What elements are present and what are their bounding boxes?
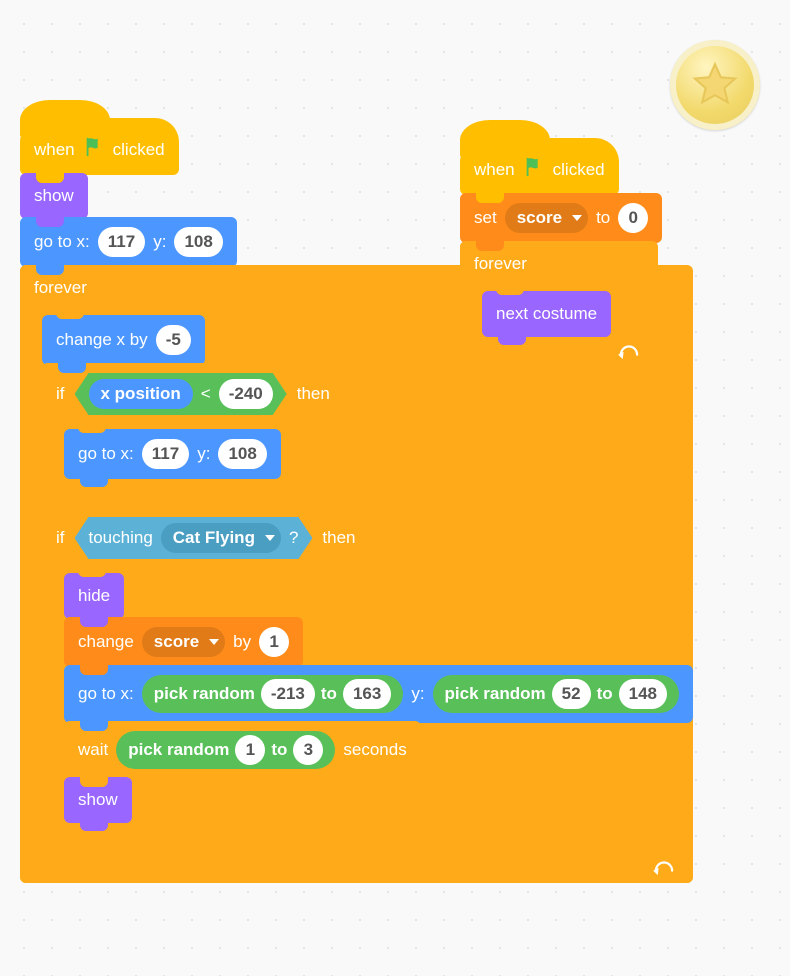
to-label: to — [321, 684, 337, 704]
lt-operator[interactable]: x position < -240 — [75, 373, 287, 415]
then-label: then — [297, 384, 330, 404]
loop-arrow-icon — [618, 342, 640, 365]
set-value-input[interactable]: 0 — [618, 203, 648, 233]
if-label: if — [56, 384, 65, 404]
goto-y-input[interactable]: 108 — [218, 439, 266, 469]
hat-clicked-label: clicked — [113, 140, 165, 160]
change-label: change — [78, 632, 134, 652]
when-flag-clicked-block[interactable]: when clicked — [20, 118, 179, 175]
pick-random-a[interactable]: -213 — [261, 679, 315, 709]
pick-random-y[interactable]: pick random 52 to 148 — [433, 675, 679, 713]
forever-label: forever — [34, 278, 87, 298]
forever-block[interactable]: forever next costume — [460, 241, 658, 367]
hide-label: hide — [78, 586, 110, 606]
hat-when-label: when — [34, 140, 75, 160]
pick-random-wait[interactable]: pick random 1 to 3 — [116, 731, 335, 769]
wait-block[interactable]: wait pick random 1 to 3 seconds — [64, 721, 421, 779]
pick-random-b[interactable]: 3 — [293, 735, 323, 765]
touching-predicate[interactable]: touching Cat Flying ? — [75, 517, 313, 559]
change-value-input[interactable]: 1 — [259, 627, 289, 657]
hide-block[interactable]: hide — [64, 573, 124, 619]
forever-label: forever — [474, 254, 527, 274]
goto-x-label: go to x: — [78, 684, 134, 704]
to-label: to — [596, 208, 610, 228]
pick-random-b[interactable]: 148 — [619, 679, 667, 709]
hat-when-label: when — [474, 160, 515, 180]
lt-symbol: < — [201, 384, 211, 404]
variable-dropdown[interactable]: score — [505, 203, 588, 233]
goto-y-label: y: — [197, 444, 210, 464]
goto-y-label: y: — [411, 684, 424, 704]
star-icon — [690, 60, 740, 110]
lt-rhs-input[interactable]: -240 — [219, 379, 273, 409]
set-label: set — [474, 208, 497, 228]
if-xpos-block[interactable]: if x position < -240 then go to x: 117 y… — [42, 363, 344, 509]
pick-random-x[interactable]: pick random -213 to 163 — [142, 675, 404, 713]
show-label: show — [78, 790, 118, 810]
script-stack-2[interactable]: when clicked set score to 0 forever next… — [460, 140, 720, 367]
next-costume-block[interactable]: next costume — [482, 291, 611, 337]
goto-x-label: go to x: — [78, 444, 134, 464]
pick-random-b[interactable]: 163 — [343, 679, 391, 709]
change-x-input[interactable]: -5 — [156, 325, 191, 355]
touching-target-dropdown[interactable]: Cat Flying — [161, 523, 281, 553]
to-label: to — [271, 740, 287, 760]
pick-random-label: pick random — [154, 684, 255, 704]
touching-q: ? — [289, 528, 298, 548]
green-flag-icon — [83, 136, 105, 163]
achievement-badge — [670, 40, 760, 130]
goto-x-input[interactable]: 117 — [142, 439, 189, 469]
goto-x-input[interactable]: 117 — [98, 227, 145, 257]
to-label: to — [597, 684, 613, 704]
if-touching-block[interactable]: if touching Cat Flying ? then hide chang… — [42, 507, 693, 853]
by-label: by — [233, 632, 251, 652]
goto-y-input[interactable]: 108 — [174, 227, 222, 257]
variable-dropdown[interactable]: score — [142, 627, 225, 657]
hat-clicked-label: clicked — [553, 160, 605, 180]
next-costume-label: next costume — [496, 304, 597, 324]
goto-y-label: y: — [153, 232, 166, 252]
green-flag-icon — [523, 156, 545, 183]
wait-label: wait — [78, 740, 108, 760]
x-position-reporter[interactable]: x position — [89, 379, 193, 409]
goto-x-label: go to x: — [34, 232, 90, 252]
pick-random-a[interactable]: 52 — [552, 679, 591, 709]
goto-xy-block-inner[interactable]: go to x: 117 y: 108 — [64, 429, 281, 479]
seconds-label: seconds — [343, 740, 406, 760]
touching-label: touching — [89, 528, 153, 548]
if-label: if — [56, 528, 65, 548]
change-x-label: change x by — [56, 330, 148, 350]
pick-random-label: pick random — [128, 740, 229, 760]
pick-random-a[interactable]: 1 — [235, 735, 265, 765]
pick-random-label: pick random — [445, 684, 546, 704]
show-label: show — [34, 186, 74, 206]
change-x-by-block[interactable]: change x by -5 — [42, 315, 205, 365]
then-label: then — [322, 528, 355, 548]
loop-arrow-icon — [653, 858, 675, 881]
when-flag-clicked-block[interactable]: when clicked — [460, 138, 619, 195]
goto-xy-random-block[interactable]: go to x: pick random -213 to 163 y: pick… — [64, 665, 693, 723]
